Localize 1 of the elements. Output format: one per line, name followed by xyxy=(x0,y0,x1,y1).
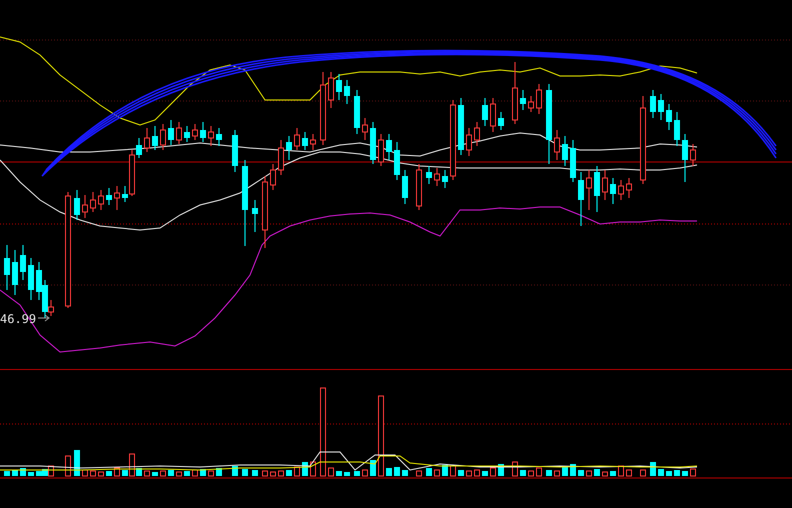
arrow-icon xyxy=(38,314,50,322)
